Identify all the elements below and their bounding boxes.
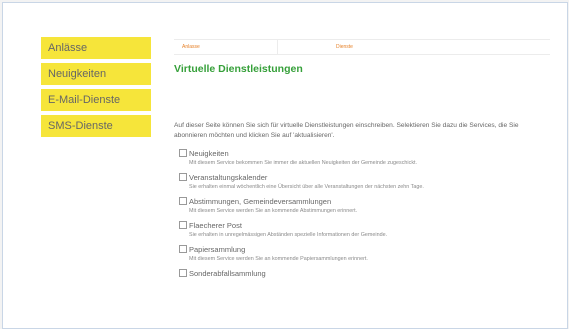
sidebar-nav: Anlässe Neuigkeiten E-Mail-Dienste SMS-D… [41,37,151,141]
service-checkbox[interactable] [179,221,187,229]
tab-bar: Anlasse Dienste [174,39,550,55]
service-description: Mit diesem Service werden Sie an kommend… [189,256,368,262]
tab-anlasse[interactable]: Anlasse [174,40,278,54]
service-checkbox[interactable] [179,269,187,277]
service-name: Papiersammlung [189,245,246,254]
service-name: Sonderabfallsammlung [189,269,266,278]
service-description: Mit diesem Service werden Sie an kommend… [189,208,358,214]
service-checkbox[interactable] [179,149,187,157]
service-checkbox[interactable] [179,173,187,181]
service-checkbox[interactable] [179,197,187,205]
service-list: Neuigkeiten Mit diesem Service bekommen … [174,148,550,279]
page-frame: Anlässe Neuigkeiten E-Mail-Dienste SMS-D… [2,2,568,329]
service-name: Veranstaltungskalender [189,173,268,182]
service-item-veranstaltungskalender: Veranstaltungskalender Sie erhalten einm… [174,172,550,196]
service-name: Flaecherer Post [189,221,242,230]
service-item-flaecherer-post: Flaecherer Post Sie erhalten in unregelm… [174,220,550,244]
service-description: Sie erhalten in unregelmässigen Abstände… [189,232,388,238]
service-item-neuigkeiten: Neuigkeiten Mit diesem Service bekommen … [174,148,550,172]
sidebar-item-email-dienste[interactable]: E-Mail-Dienste [41,89,151,111]
tab-dienste[interactable]: Dienste [278,40,353,54]
sidebar-item-anlaesse[interactable]: Anlässe [41,37,151,59]
sidebar-item-sms-dienste[interactable]: SMS-Dienste [41,115,151,137]
service-name: Neuigkeiten [189,149,229,158]
service-item-abstimmungen: Abstimmungen, Gemeindeversammlungen Mit … [174,196,550,220]
sidebar-item-neuigkeiten[interactable]: Neuigkeiten [41,63,151,85]
main-content: Anlasse Dienste Virtuelle Dienstleistung… [174,39,550,279]
service-item-papiersammlung: Papiersammlung Mit diesem Service werden… [174,244,550,268]
service-item-sonderabfallsammlung: Sonderabfallsammlung [174,268,550,279]
service-checkbox[interactable] [179,245,187,253]
service-description: Sie erhalten einmal wöchentlich eine Übe… [189,184,424,190]
service-description: Mit diesem Service bekommen Sie immer di… [189,160,418,166]
page-title: Virtuelle Dienstleistungen [174,63,303,75]
service-name: Abstimmungen, Gemeindeversammlungen [189,197,332,206]
intro-text: Auf dieser Seite können Sie sich für vir… [174,122,519,139]
